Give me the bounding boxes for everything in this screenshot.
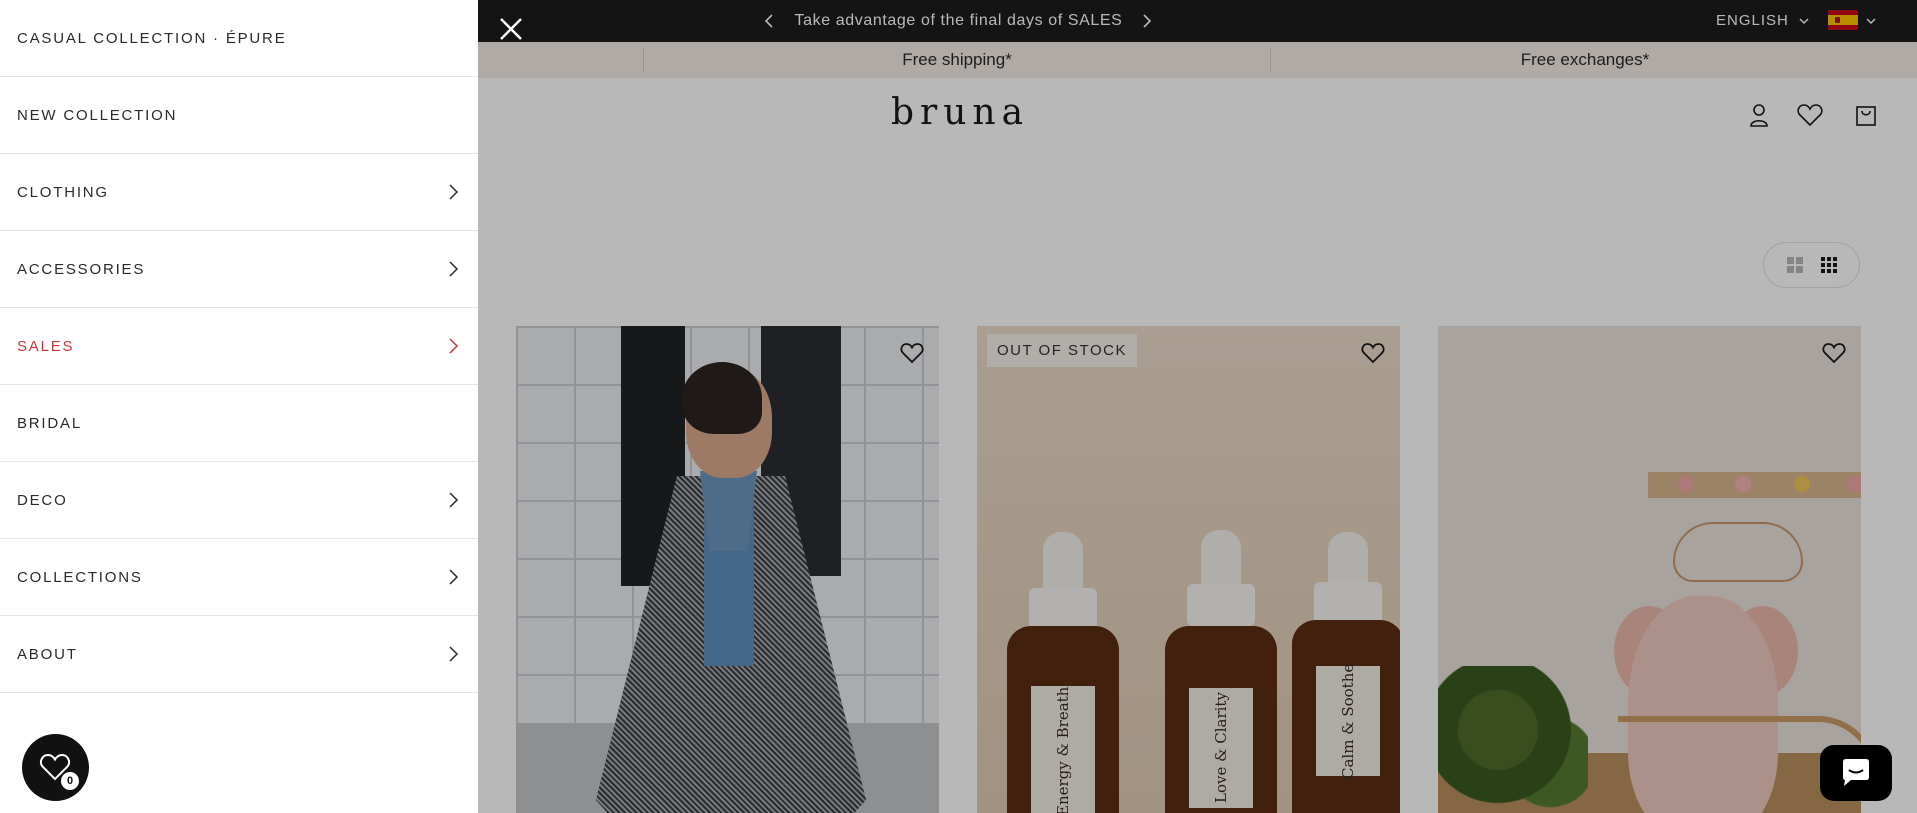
menu-item-label: BRIDAL [17,414,82,432]
menu-item-label: ABOUT [17,645,78,663]
navigation-drawer: CASUAL COLLECTION · ÉPURE NEW COLLECTION… [0,0,478,813]
menu-item-label: DECO [17,491,68,509]
menu-item-clothing[interactable]: CLOTHING [0,154,478,231]
menu-item-label: SALES [17,337,75,355]
menu-item-about[interactable]: ABOUT [0,616,478,693]
close-icon[interactable] [494,12,528,46]
menu-item-deco[interactable]: DECO [0,462,478,539]
chat-button[interactable] [1820,745,1892,801]
menu-item-label: NEW COLLECTION [17,106,178,124]
menu-item-label: CLOTHING [17,183,109,201]
menu-item-bridal[interactable]: BRIDAL [0,385,478,462]
chevron-right-icon [444,491,462,509]
chevron-right-icon [444,183,462,201]
menu-item-collections[interactable]: COLLECTIONS [0,539,478,616]
menu-item-accessories[interactable]: ACCESSORIES [0,231,478,308]
wishlist-floating-button[interactable]: 0 [22,734,89,801]
chat-icon [1843,759,1869,786]
chevron-right-icon [444,645,462,663]
menu-item-label: COLLECTIONS [17,568,143,586]
chevron-right-icon [444,568,462,586]
wishlist-count-badge: 0 [61,772,79,790]
menu-item-sales[interactable]: SALES [0,308,478,385]
menu-item-new-collection[interactable]: NEW COLLECTION [0,77,478,154]
chevron-right-icon [444,260,462,278]
menu-item-casual-collection[interactable]: CASUAL COLLECTION · ÉPURE [0,0,478,77]
menu-item-label: CASUAL COLLECTION · ÉPURE [17,29,287,47]
menu-item-label: ACCESSORIES [17,260,146,278]
chevron-right-icon [444,337,462,355]
